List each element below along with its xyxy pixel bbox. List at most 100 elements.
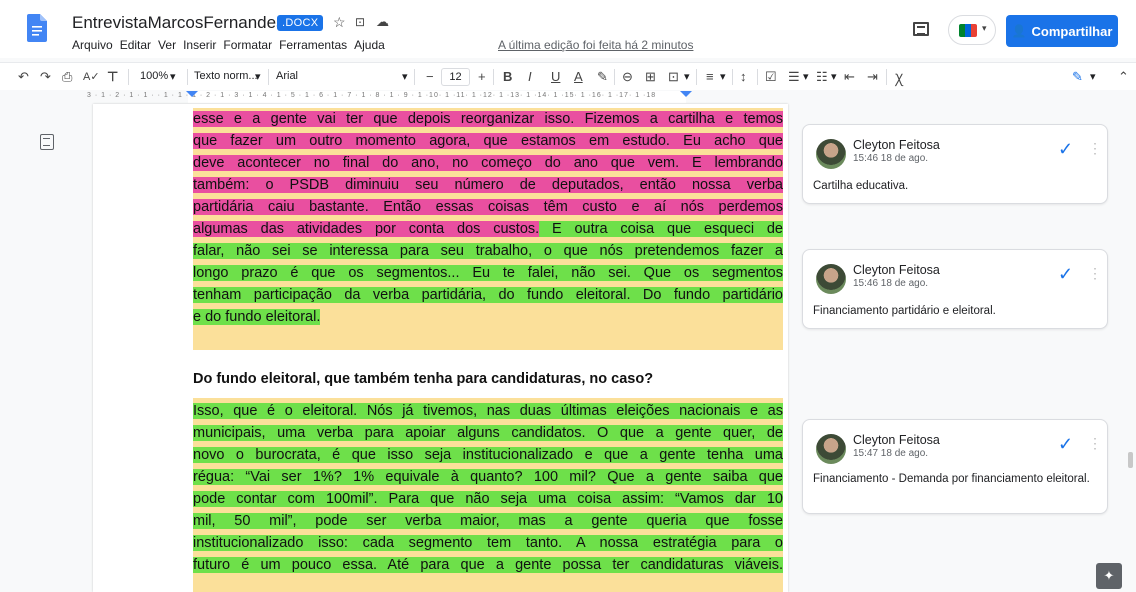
decrease-font-size-button[interactable]: − [426,69,434,84]
resolve-check-icon[interactable]: ✓ [1058,264,1073,285]
comment-card[interactable]: Cleyton Feitosa 15:46 18 de ago. ✓ ⋮ Car… [802,124,1108,204]
avatar [816,434,846,464]
explore-icon[interactable]: ✦ [1096,563,1122,589]
toolbar-divider [493,69,494,85]
paragraph-line: esse e a gente vai ter que depois reorga… [193,111,783,127]
menu-arquivo[interactable]: Arquivo [72,38,113,52]
collapse-menus-icon[interactable]: ⌃ [1118,69,1129,85]
checklist-icon[interactable]: ☑ [765,69,777,85]
font-size-input[interactable]: 12 [441,68,470,86]
insert-image-icon[interactable]: ⊡ [668,69,679,85]
comment-author: Cleyton Feitosa [853,263,940,277]
paragraph-line: Isso, que é o eleitoral. Nós já tivemos,… [193,403,783,419]
comment-text: Financiamento partidário e eleitoral. [813,305,996,317]
align-icon[interactable]: ≡ [706,69,714,84]
resolve-check-icon[interactable]: ✓ [1058,434,1073,455]
line-spacing-icon[interactable]: ↕ [740,69,747,84]
increase-indent-icon[interactable]: ⇥ [867,69,878,85]
undo-icon[interactable]: ↶ [18,69,29,85]
paint-format-icon[interactable]: ⊤ [107,69,118,85]
comment-card[interactable]: Cleyton Feitosa 15:46 18 de ago. ✓ ⋮ Fin… [802,249,1108,329]
style-select[interactable]: Texto norm... [194,70,258,82]
comment-time: 15:46 18 de ago. [853,153,929,164]
paragraph-line: partidária caiu bastante. Então essas co… [193,199,783,215]
comment-text: Cartilha educativa. [813,180,909,192]
paragraph-line: institucionalizado isso: cada segmento t… [193,535,783,551]
toolbar-divider [696,69,697,85]
comment-author: Cleyton Feitosa [853,433,940,447]
app-header: EntrevistaMarcosFernandes .DOCX ☆ ⊡ ☁ Ar… [0,0,1136,58]
more-options-icon[interactable]: ⋮ [1088,435,1102,452]
numbered-list-icon[interactable]: ☷ [816,69,828,85]
chevron-down-icon: ▾ [720,71,726,83]
chevron-down-icon: ▾ [803,71,809,83]
share-button[interactable]: 👤 Compartilhar [1006,15,1118,47]
paragraph-line: deve acontecer no final do ano, no começ… [193,155,783,171]
formatting-toolbar: ↶ ↷ ⎙ A✓ ⊤ 100% ▾ Texto norm... ▾ Arial … [0,62,1136,90]
chevron-down-icon: ▾ [402,71,408,83]
add-comment-icon[interactable]: ⊞ [645,69,656,85]
bold-button[interactable]: B [503,69,512,84]
paragraph-line: algumas das atividades por conta dos cus… [193,221,783,237]
comment-time: 15:47 18 de ago. [853,448,929,459]
redo-icon[interactable]: ↷ [40,69,51,85]
paragraph-line: também: o PSDB diminuiu seu número de de… [193,177,783,193]
toolbar-divider [757,69,758,85]
paragraph-line: que fazer um outro momento agora, que es… [193,133,783,149]
print-icon[interactable]: ⎙ [62,69,72,85]
file-type-badge: .DOCX [277,15,324,31]
toolbar-divider [732,69,733,85]
last-edit-link[interactable]: A última edição foi feita há 2 minutos [498,38,693,52]
folder-move-icon[interactable]: ⊡ [355,15,365,29]
toolbar-divider [614,69,615,85]
menu-editar[interactable]: Editar [120,38,151,52]
document-title[interactable]: EntrevistaMarcosFernandes [72,13,285,33]
highlight-pen-icon[interactable]: ✎ [597,69,608,85]
italic-button[interactable]: I [528,69,532,84]
increase-font-size-button[interactable]: + [478,69,486,84]
underline-button[interactable]: U [551,69,560,84]
toolbar-divider [268,69,269,85]
menu-ferramentas[interactable]: Ferramentas [279,38,347,52]
decrease-indent-icon[interactable]: ⇤ [844,69,855,85]
editing-mode-icon[interactable]: ✎ [1072,69,1083,85]
document-outline-icon[interactable] [40,134,54,150]
paragraph-line: longo prazo é que os segmentos... Eu te … [193,265,783,281]
paragraph-line: mil, 50 mil”, pode ser verba maior, mas … [193,513,783,529]
chevron-down-icon: ▾ [170,71,176,83]
more-options-icon[interactable]: ⋮ [1088,140,1102,157]
meet-button[interactable]: ▾ [948,15,996,45]
zoom-select[interactable]: 100% [140,70,168,82]
resolve-check-icon[interactable]: ✓ [1058,139,1073,160]
star-icon[interactable]: ☆ [333,14,346,31]
meet-camera-icon [959,24,977,37]
spellcheck-icon[interactable]: A✓ [83,70,100,83]
cloud-status-icon[interactable]: ☁ [376,14,389,30]
document-page[interactable]: esse e a gente vai ter que depois reorga… [93,104,788,592]
chevron-down-icon: ▾ [1090,71,1096,83]
avatar [816,264,846,294]
comment-history-icon[interactable] [913,22,929,36]
font-select[interactable]: Arial [276,70,298,82]
link-icon[interactable]: ⊖ [622,69,633,85]
chevron-down-icon: ▾ [684,71,690,83]
comment-card[interactable]: Cleyton Feitosa 15:47 18 de ago. ✓ ⋮ Fin… [802,419,1108,514]
menu-ajuda[interactable]: Ajuda [354,38,385,52]
toolbar-divider [128,69,129,85]
menu-ver[interactable]: Ver [158,38,176,52]
chevron-down-icon: ▾ [255,71,261,83]
docs-logo-icon[interactable] [27,14,47,42]
bulleted-list-icon[interactable]: ☰ [788,69,800,85]
paragraph-line: e do fundo eleitoral. [193,309,321,325]
chevron-down-icon: ▾ [982,23,987,33]
more-options-icon[interactable]: ⋮ [1088,265,1102,282]
avatar [816,139,846,169]
menu-inserir[interactable]: Inserir [183,38,216,52]
menu-formatar[interactable]: Formatar [223,38,272,52]
horizontal-ruler[interactable]: 3 · 1 · 2 · 1 · 1 · · 1 · 1 · 1 · 2 · 1 … [0,90,1136,104]
text-color-button[interactable]: A [574,69,583,84]
clear-formatting-icon[interactable]: Ꭓ [895,69,903,87]
scrollbar-thumb[interactable] [1128,452,1133,468]
paragraph-line: pode contar com 100mil”. Para que não se… [193,491,783,507]
toolbar-divider [886,69,887,85]
